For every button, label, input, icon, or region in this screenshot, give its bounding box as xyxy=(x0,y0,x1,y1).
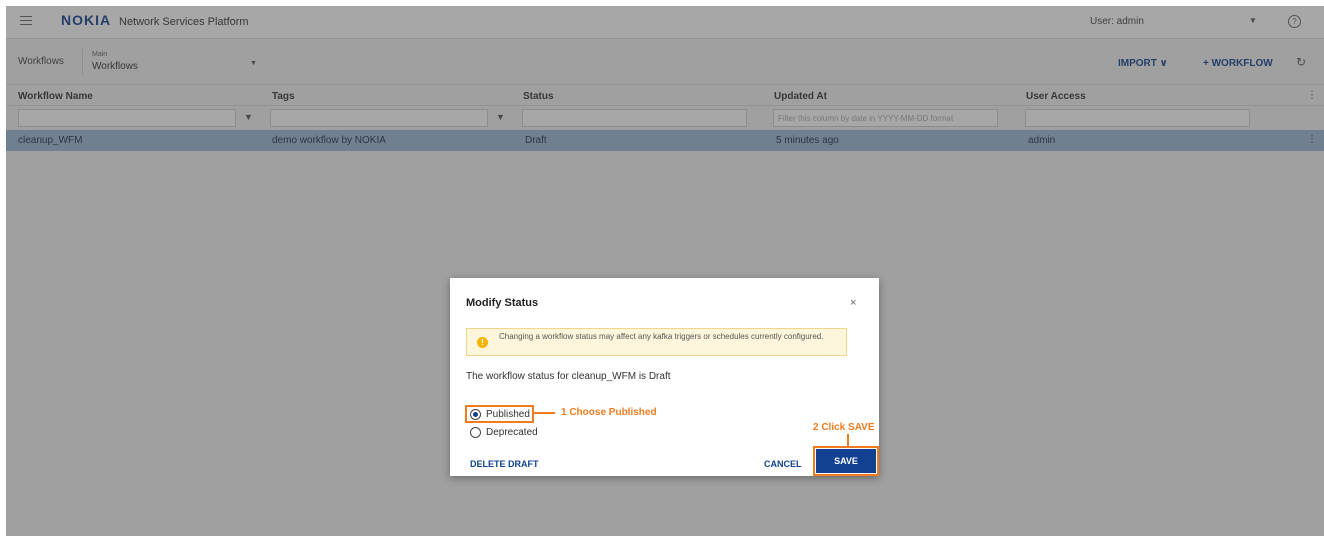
warning-banner: ! Changing a workflow status may affect … xyxy=(466,328,847,356)
close-icon[interactable]: × xyxy=(850,297,856,309)
warning-icon: ! xyxy=(477,337,488,348)
radio-button[interactable] xyxy=(470,426,481,438)
annotation-step-2: 2 Click SAVE xyxy=(813,422,875,433)
warning-text: Changing a workflow status may affect an… xyxy=(499,332,824,341)
modify-status-dialog: Modify Status × ! Changing a workflow st… xyxy=(450,278,879,476)
cancel-button[interactable]: CANCEL xyxy=(764,459,802,469)
status-description: The workflow status for cleanup_WFM is D… xyxy=(466,371,671,382)
save-button[interactable]: SAVE xyxy=(816,449,876,473)
annotation-highlight-published xyxy=(465,405,534,423)
radio-label-deprecated: Deprecated xyxy=(486,426,538,438)
annotation-connector xyxy=(534,412,555,414)
annotation-step-1: 1 Choose Published xyxy=(561,407,657,418)
dialog-title: Modify Status xyxy=(466,297,539,309)
radio-deprecated[interactable]: Deprecated xyxy=(470,425,538,439)
app-window: NOKIA Network Services Platform User: ad… xyxy=(6,6,1324,536)
delete-draft-button[interactable]: DELETE DRAFT xyxy=(470,459,539,469)
